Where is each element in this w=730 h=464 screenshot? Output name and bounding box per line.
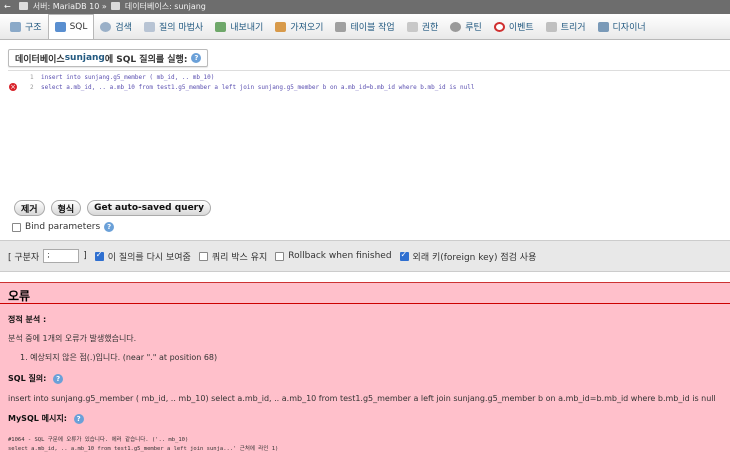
static-analysis-heading: 정적 분석 : <box>8 315 47 324</box>
error-divider <box>0 303 730 304</box>
sql-query-text: insert into sunjang.g5_member ( mb_id, .… <box>8 394 716 403</box>
code-line: insert into sunjang.g5_member ( mb_id, .… <box>41 74 215 81</box>
tab-import[interactable]: 가져오기 <box>269 14 329 39</box>
breadcrumb: ← 서버: MariaDB 10 » 데이터베이스: sunjang <box>0 0 730 14</box>
triggers-icon <box>545 21 557 32</box>
show-query-again-option[interactable]: 이 질의를 다시 보여줌 <box>94 250 191 263</box>
tab-privileges[interactable]: 권한 <box>401 14 445 39</box>
back-arrow-icon[interactable]: ← <box>4 0 11 14</box>
tab-bar: 구조 SQL 검색 질의 마법사 내보내기 가져오기 테이블 작업 권한 루틴 … <box>0 14 730 40</box>
delimiter-label: [ 구분자 <box>8 252 40 263</box>
tab-events[interactable]: 이벤트 <box>488 14 540 39</box>
rollback-option[interactable]: Rollback when finished <box>275 251 392 261</box>
breadcrumb-database[interactable]: 데이터베이스: sunjang <box>125 2 206 11</box>
breadcrumb-server[interactable]: 서버: MariaDB 10 <box>33 2 100 11</box>
help-icon[interactable]: ? <box>73 414 84 424</box>
import-icon <box>275 21 287 32</box>
error-title: 오류 <box>8 289 31 303</box>
bind-parameters-checkbox[interactable] <box>12 222 21 232</box>
help-icon[interactable]: ? <box>191 53 202 63</box>
bind-parameters[interactable]: Bind parameters ? <box>12 222 115 232</box>
search-icon <box>100 21 112 32</box>
tab-search[interactable]: 검색 <box>94 14 138 39</box>
events-icon <box>493 21 505 32</box>
error-marker-icon[interactable]: × <box>9 83 17 91</box>
export-icon <box>215 21 227 32</box>
delimiter-input[interactable]: ; <box>43 249 80 263</box>
tab-structure[interactable]: 구조 <box>4 14 48 39</box>
editor-gutter: 1 × 2 <box>8 71 38 191</box>
keep-query-box-option[interactable]: 쿼리 박스 유지 <box>198 250 267 263</box>
mysql-message-line: select a.mb_id, .. a.mb_10 from test1.g5… <box>8 446 279 452</box>
show-query-again-checkbox[interactable] <box>94 250 104 261</box>
breadcrumb-separator: » <box>101 2 107 11</box>
clear-button[interactable]: 제거 <box>14 200 45 216</box>
privileges-icon <box>406 21 418 32</box>
options-bar: [ 구분자 ; ] 이 질의를 다시 보여줌 쿼리 박스 유지 Rollback… <box>0 240 730 272</box>
query-header-db[interactable]: sunjang <box>65 53 105 63</box>
sql-editor[interactable]: 1 × 2 insert into sunjang.g5_member ( mb… <box>8 70 730 190</box>
error-item: 1. 예상되지 않은 점(.)입니다. (near "." at positio… <box>20 353 218 362</box>
line-number: 2 <box>30 84 34 91</box>
database-icon <box>111 2 121 10</box>
tab-designer[interactable]: 디자이너 <box>592 14 652 39</box>
wrench-icon <box>335 21 347 32</box>
query-wizard-icon <box>143 21 155 32</box>
line-number: 1 <box>30 74 34 81</box>
code-line: select a.mb_id, .. a.mb_10 from test1.g5… <box>41 84 475 91</box>
editor-buttons: 제거 형식 Get auto-saved query <box>14 200 217 216</box>
tab-operations[interactable]: 테이블 작업 <box>329 14 400 39</box>
sql-query-heading: SQL 질의: ? <box>8 373 64 384</box>
tab-query-wizard[interactable]: 질의 마법사 <box>138 14 209 39</box>
errors-found-text: 분석 중에 1개의 오류가 발생했습니다. <box>8 334 137 343</box>
delimiter-close: ] <box>83 251 87 261</box>
tab-triggers[interactable]: 트리거 <box>540 14 592 39</box>
rollback-checkbox[interactable] <box>275 251 285 261</box>
mysql-message-heading: MySQL 메시지: ? <box>8 413 84 424</box>
fk-check-option[interactable]: 외래 키(foreign key) 점검 사용 <box>399 250 536 263</box>
designer-icon <box>597 21 609 32</box>
tab-routines[interactable]: 루틴 <box>444 14 488 39</box>
server-icon <box>19 2 29 10</box>
help-icon[interactable]: ? <box>104 222 115 232</box>
help-icon[interactable]: ? <box>53 374 64 384</box>
query-header: 데이터베이스 sunjang 에 SQL 질의를 실행: ? <box>8 49 209 67</box>
format-button[interactable]: 형식 <box>50 200 82 216</box>
tab-export[interactable]: 내보내기 <box>209 14 269 39</box>
routines-icon <box>450 21 462 32</box>
get-autosaved-button[interactable]: Get auto-saved query <box>87 200 211 216</box>
sql-icon <box>54 22 66 32</box>
keep-query-box-checkbox[interactable] <box>198 251 208 261</box>
tab-sql[interactable]: SQL <box>47 14 95 39</box>
fk-check-checkbox[interactable] <box>399 250 409 261</box>
error-panel: 오류 정적 분석 : 분석 중에 1개의 오류가 발생했습니다. 1. 예상되지… <box>0 282 730 464</box>
structure-icon <box>10 21 21 32</box>
mysql-message-line: #1064 - SQL 구문에 오류가 있습니다. 에러 같습니다. ('.. … <box>8 437 189 443</box>
